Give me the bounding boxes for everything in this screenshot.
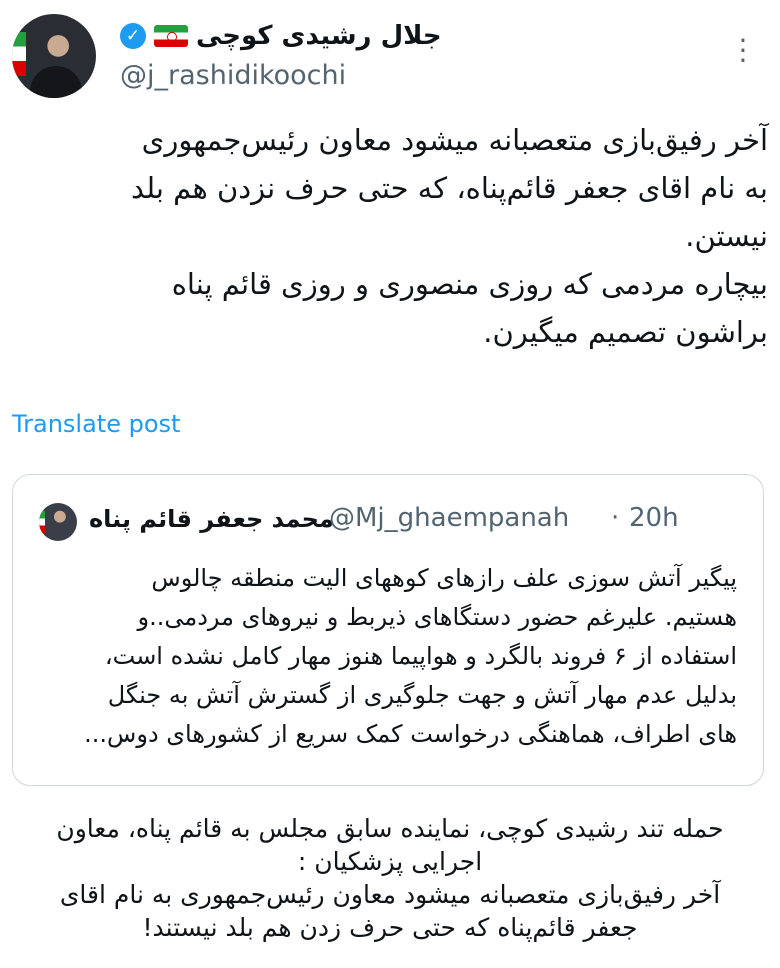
translate-post-link[interactable]: Translate post	[12, 410, 180, 438]
quoted-timestamp[interactable]: 20h	[629, 503, 679, 533]
avatar-flag	[12, 32, 26, 76]
avatar-figure	[30, 66, 82, 98]
news-caption: حمله تند رشیدی کوچی، نماینده سابق مجلس ب…	[56, 814, 724, 942]
author-display-name[interactable]: جلال رشیدی کوچی	[196, 21, 442, 51]
author-avatar[interactable]	[12, 14, 96, 98]
more-options-icon[interactable]: · · ·	[736, 27, 750, 75]
quoted-tweet-text: پیگیر آتش سوزی علف رازهای کوههای الیت من…	[84, 564, 737, 748]
quoted-author-avatar[interactable]	[39, 503, 77, 541]
quoted-author-handle[interactable]: @Mj_ghaempanah	[329, 503, 569, 533]
author-handle[interactable]: @j_rashidikoochi	[120, 60, 346, 91]
author-name-row[interactable]: ✓ جلال رشیدی کوچی	[120, 16, 442, 56]
quoted-author-name[interactable]: محمد جعفر قائم پناه	[89, 505, 334, 533]
quoted-tweet-header: محمد جعفر قائم پناه @Mj_ghaempanah · 20h	[13, 501, 763, 541]
iran-flag-icon	[154, 25, 188, 47]
verified-badge-icon: ✓	[120, 23, 146, 49]
tweet-text: آخر رفیق‌بازی متعصبانه میشود معاون رئیس‌…	[131, 123, 768, 349]
quoted-tweet[interactable]: محمد جعفر قائم پناه @Mj_ghaempanah · 20h…	[12, 474, 764, 786]
separator-dot: ·	[611, 503, 620, 533]
tweet-card: ✓ جلال رشیدی کوچی @j_rashidikoochi · · · آ…	[0, 0, 780, 800]
